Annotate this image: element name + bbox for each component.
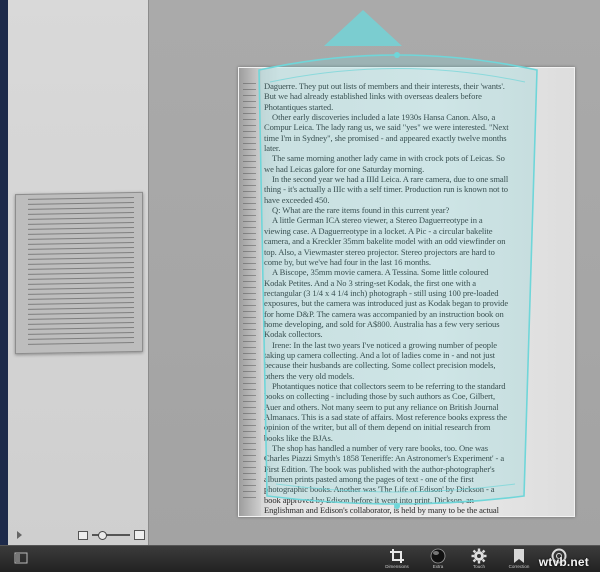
- tool-correction[interactable]: Correction: [497, 547, 541, 572]
- tool-label: Extra: [432, 564, 444, 569]
- tool-dimensions[interactable]: Dimensions: [375, 547, 419, 572]
- sidebar-toggle-icon[interactable]: [14, 551, 28, 565]
- disclosure-triangle-icon[interactable]: [17, 531, 22, 539]
- tool-label: Dimensions: [385, 564, 409, 569]
- page-paragraph: The shop has handled a number of very ra…: [264, 443, 505, 516]
- page-paragraph: Q: What are the rare items found in this…: [272, 205, 450, 216]
- zoom-out-icon[interactable]: [78, 530, 88, 540]
- crop-icon: [390, 549, 404, 563]
- zoom-in-icon[interactable]: [134, 530, 145, 540]
- page-thumbnail[interactable]: [15, 191, 143, 355]
- watermark: wtvb.net: [538, 555, 589, 569]
- sphere-icon: [430, 548, 446, 564]
- page-paragraph: The same morning another lady came in wi…: [264, 153, 505, 174]
- page-paragraph: Photantiques notice that collectors seem…: [264, 380, 507, 443]
- sidebar: [8, 0, 149, 545]
- tool-label: Correction: [508, 564, 530, 569]
- page-paragraph: A little German ICA stereo viewer, a Ste…: [264, 215, 506, 267]
- tool-extra[interactable]: Extra: [416, 547, 460, 572]
- main-canvas: Daguerre. They put out lists of members …: [149, 0, 600, 545]
- tool-touch[interactable]: Touch: [457, 547, 501, 572]
- page-body-text: Daguerre. They put out lists of members …: [264, 81, 564, 516]
- thumbnail-zoom-control: [78, 529, 153, 541]
- crop-handle-top[interactable]: [394, 52, 400, 58]
- zoom-slider-knob[interactable]: [98, 531, 107, 540]
- page-paragraph: Irene: In the last two years I've notice…: [264, 339, 497, 381]
- page-paragraph: Other early discoveries included a late …: [264, 112, 509, 154]
- gear-icon: [471, 548, 487, 564]
- page-paragraph: Daguerre. They put out lists of members …: [264, 81, 505, 112]
- desktop-edge: [0, 0, 8, 545]
- tool-label: Touch: [472, 564, 485, 569]
- page-paragraph: A Biscope, 35mm movie camera. A Tessina.…: [264, 267, 509, 340]
- bookmark-icon: [514, 549, 524, 563]
- zoom-slider[interactable]: [92, 531, 130, 540]
- rotate-handle-icon[interactable]: [324, 10, 402, 46]
- bottom-toolbar: Dimensions Extra Touch Correction wtvb.n…: [0, 545, 600, 572]
- document-photo: Daguerre. They put out lists of members …: [238, 67, 575, 517]
- page-paragraph: In the second year we had a IIId Leica. …: [264, 174, 509, 205]
- facing-page-margin: [241, 78, 259, 498]
